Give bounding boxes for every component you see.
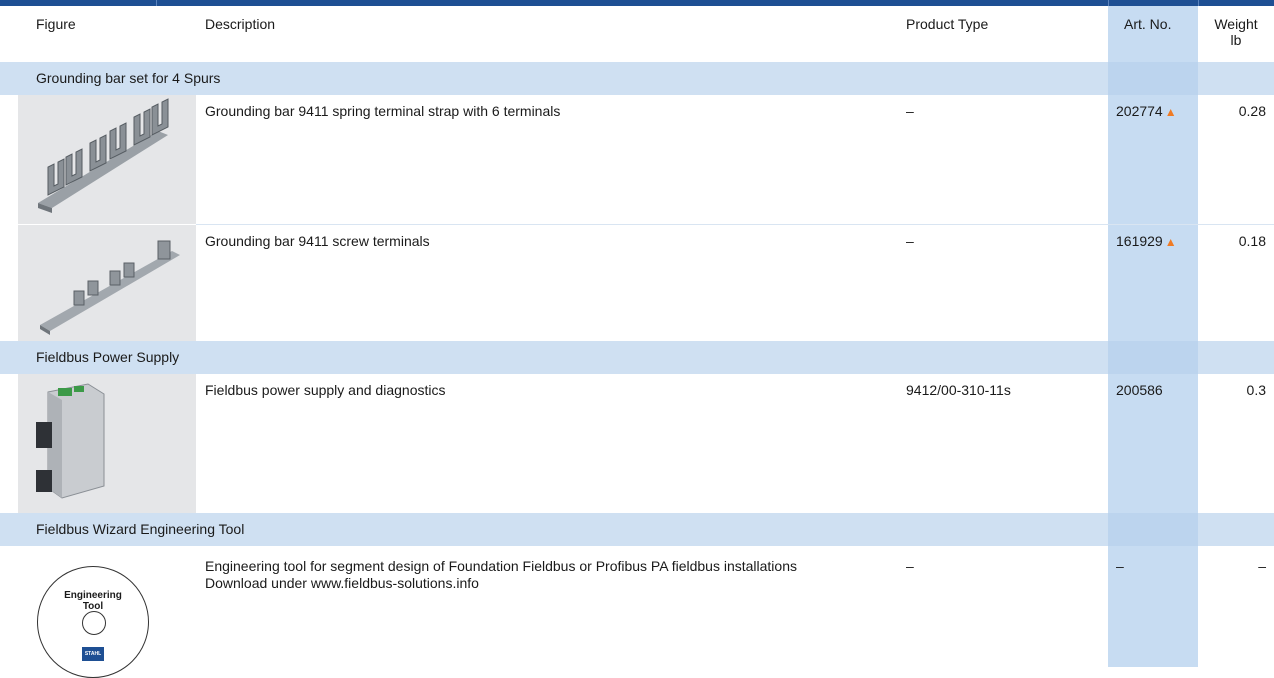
section-title: Grounding bar set for 4 Spurs — [36, 70, 221, 86]
row-weight: 0.3 — [1246, 382, 1266, 398]
warning-triangle-icon: ▲ — [1164, 105, 1177, 119]
engineering-tool-cd-image: Engineering Tool STAHL — [18, 546, 196, 678]
grounding-bar-spring-image — [18, 95, 196, 224]
row-product-type: – — [906, 103, 914, 119]
section-title: Fieldbus Wizard Engineering Tool — [36, 521, 245, 537]
section-title: Fieldbus Power Supply — [36, 349, 180, 365]
row-product-type: – — [906, 233, 914, 249]
row-product-type: – — [906, 558, 914, 574]
header-figure: Figure — [36, 16, 76, 32]
row-weight: 0.18 — [1238, 233, 1266, 249]
stahl-logo-icon: STAHL — [82, 647, 104, 661]
header-weight: Weight lb — [1198, 16, 1274, 48]
cd-hole-icon — [82, 611, 106, 635]
header-weight-label: Weight — [1214, 16, 1258, 32]
grounding-bar-screw-image — [18, 225, 196, 341]
row-weight: 0.28 — [1238, 103, 1266, 119]
row-art-no: – — [1116, 558, 1124, 574]
row-weight: – — [1258, 558, 1266, 574]
warning-triangle-icon: ▲ — [1164, 235, 1177, 249]
section-art-cell — [1108, 62, 1198, 95]
cd-label-line2: Tool — [82, 601, 104, 612]
description-line: Engineering tool for segment design of F… — [205, 558, 797, 574]
art-no-header-bg — [1108, 6, 1198, 62]
power-supply-module-image — [18, 374, 196, 513]
section-art-cell — [1108, 341, 1198, 374]
cd-label-line1: Engineering — [64, 590, 122, 601]
section-art-cell — [1108, 513, 1198, 546]
column-tick — [1198, 0, 1199, 6]
table-top-bar — [0, 0, 1274, 6]
header-art-no: Art. No. — [1124, 16, 1172, 32]
row-description: Fieldbus power supply and diagnostics — [205, 382, 446, 398]
section-header: Fieldbus Power Supply — [0, 341, 1274, 374]
header-product-type: Product Type — [906, 16, 989, 32]
header-description: Description — [205, 16, 276, 32]
art-no-value: 202774 — [1116, 103, 1163, 119]
row-description: Engineering tool for segment design of F… — [205, 558, 797, 592]
row-art-no: 202774 ▲ — [1116, 103, 1177, 121]
section-header: Grounding bar set for 4 Spurs — [0, 62, 1274, 95]
section-header: Fieldbus Wizard Engineering Tool — [0, 513, 1274, 546]
header-weight-unit: lb — [1230, 32, 1242, 48]
row-art-no: 200586 — [1116, 382, 1163, 399]
description-download-line: Download under www.fieldbus-solutions.in… — [205, 575, 479, 591]
row-description: Grounding bar 9411 spring terminal strap… — [205, 103, 561, 119]
art-no-value: 200586 — [1116, 382, 1163, 398]
row-description: Grounding bar 9411 screw terminals — [205, 233, 430, 249]
column-tick — [156, 0, 157, 6]
row-art-no: 161929 ▲ — [1116, 233, 1177, 251]
art-no-value: 161929 — [1116, 233, 1163, 249]
row-product-type: 9412/00-310-11s — [906, 382, 1011, 398]
